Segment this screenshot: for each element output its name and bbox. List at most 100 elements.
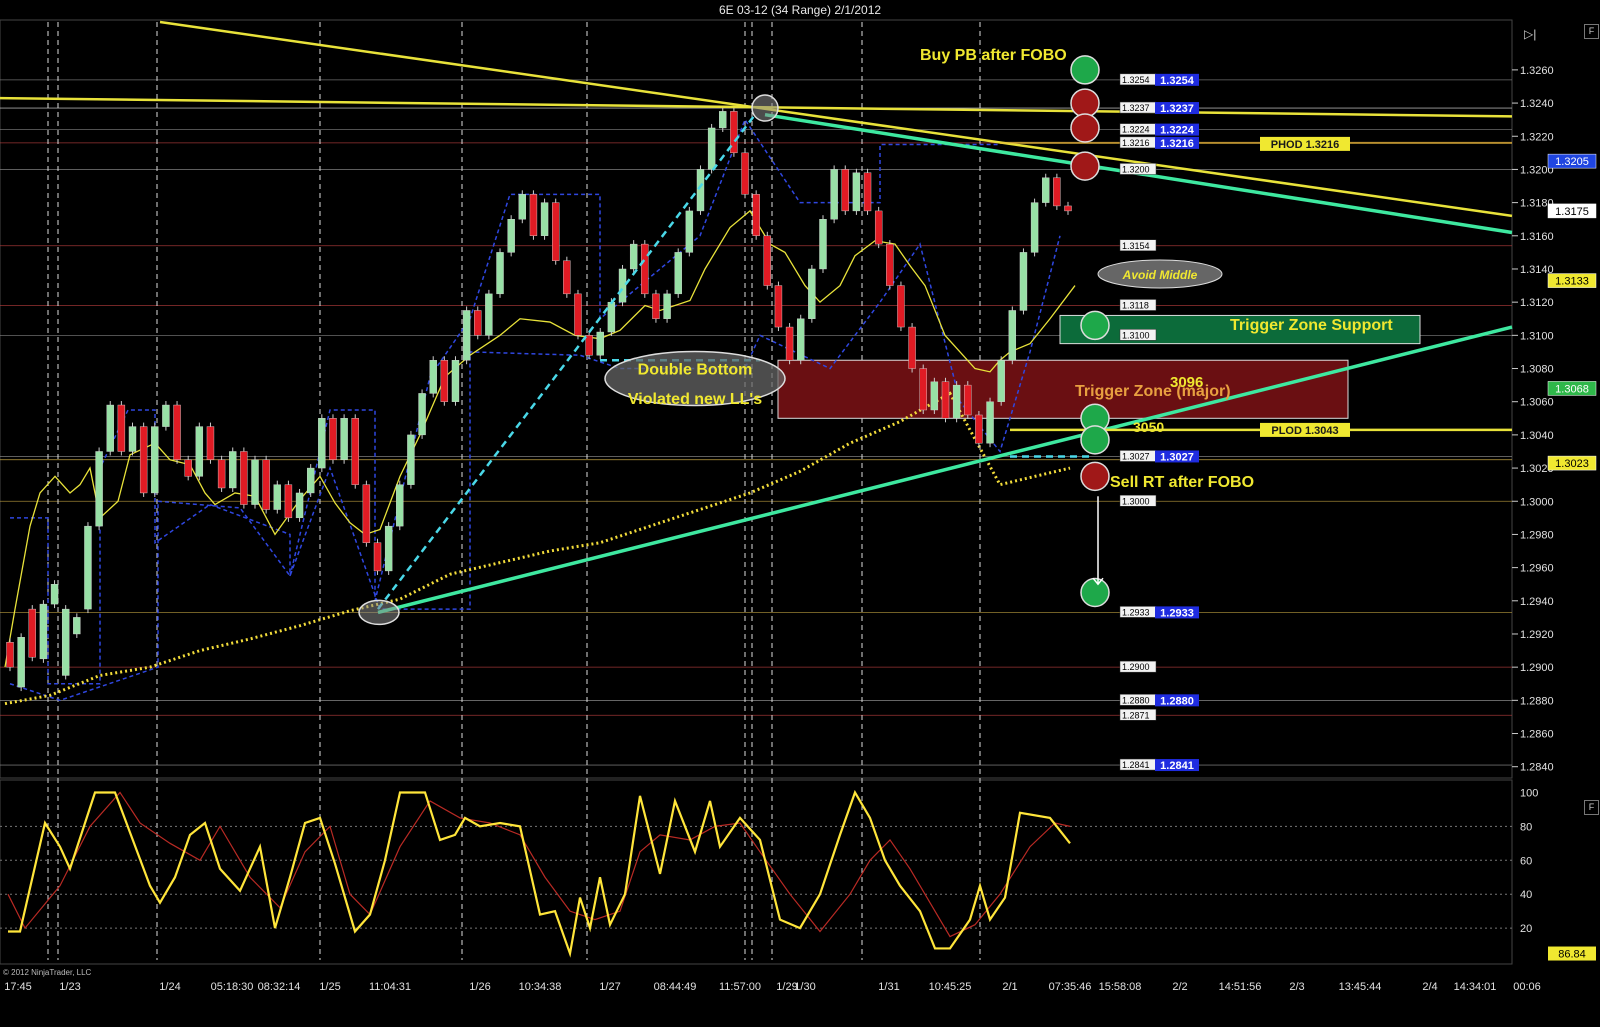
- x-axis-tick-label: 2/2: [1172, 981, 1187, 993]
- y-axis-tick-label: 1.3240: [1520, 98, 1554, 110]
- x-axis-tick-label: 1/23: [59, 981, 80, 993]
- candlestick: [462, 310, 471, 361]
- candlestick: [284, 484, 293, 519]
- axis-value-tag-label: 1.3133: [1555, 276, 1589, 288]
- axis-value-tag-label: 1.3023: [1555, 458, 1589, 470]
- price-chart[interactable]: 1.3254 1.32541.3237 1.32371.3224 1.32241.32…: [0, 0, 1600, 1027]
- candlestick: [852, 172, 861, 212]
- candlestick: [1008, 310, 1017, 361]
- stochastic-k-line: [8, 789, 1071, 958]
- osc-panel-float-button[interactable]: F: [1584, 800, 1599, 815]
- candlestick: [396, 484, 404, 527]
- y-axis-tick-label: 1.3100: [1520, 330, 1554, 342]
- oscillator-y-tick-label: 80: [1520, 821, 1532, 833]
- candlestick: [819, 219, 827, 270]
- y-axis-tick-label: 1.2900: [1520, 662, 1554, 674]
- candlestick: [306, 467, 315, 494]
- candlestick: [50, 584, 59, 605]
- candlestick: [61, 608, 70, 676]
- y-axis-tick-label: 1.2920: [1520, 629, 1554, 641]
- candlestick: [295, 492, 304, 519]
- oscillator-value-tag-label: 86.84: [1558, 949, 1586, 961]
- sell-signal-circle: [1070, 151, 1100, 181]
- level-price-tag-label: 1.3216: [1122, 138, 1150, 148]
- candlestick: [552, 202, 560, 261]
- candlestick: [106, 404, 114, 452]
- x-axis-tick-label: 1/24: [159, 981, 180, 993]
- y-axis-tick-label: 1.3080: [1520, 364, 1554, 376]
- sell-signal-circle: [1070, 88, 1100, 118]
- candlestick: [84, 525, 92, 610]
- x-axis-tick-label: 14:34:01: [1454, 981, 1497, 993]
- candlestick: [540, 202, 549, 236]
- candlestick: [1053, 177, 1061, 207]
- plod-tag-label: PLOD 1.3043: [1271, 425, 1338, 437]
- candlestick: [886, 243, 894, 286]
- scroll-end-icon[interactable]: ▷|: [1524, 27, 1540, 41]
- y-axis-tick-label: 1.3040: [1520, 430, 1554, 442]
- sell-signal-circle: [1080, 461, 1110, 492]
- level-blue-tag-label: 1.2841: [1160, 760, 1194, 772]
- candlestick: [28, 608, 36, 658]
- level-price-tag-label: 1.3200: [1122, 164, 1150, 174]
- level-price-tag-label: 1.2900: [1122, 662, 1150, 672]
- x-axis-tick-label: 15:58:08: [1099, 981, 1142, 993]
- candlestick: [329, 418, 337, 460]
- candlestick: [373, 542, 382, 572]
- y-axis-tick-label: 1.2880: [1520, 695, 1554, 707]
- x-axis-tick-label: 1/26: [469, 981, 490, 993]
- buy-signal-circle: [1070, 55, 1100, 85]
- sell-rt-annotation: Sell RT after FOBO: [1110, 474, 1254, 491]
- candlestick: [964, 384, 972, 416]
- candlestick: [1019, 252, 1028, 311]
- candlestick: [73, 617, 81, 635]
- level-blue-tag-label: 1.2880: [1160, 695, 1194, 707]
- level-price-tag-label: 1.2871: [1122, 710, 1150, 720]
- x-axis-tick-label: 10:34:38: [519, 981, 562, 993]
- x-axis-tick-label: 2/3: [1289, 981, 1304, 993]
- candlestick: [485, 293, 493, 336]
- candlestick: [941, 381, 950, 419]
- price-panel-float-button[interactable]: F: [1584, 24, 1599, 39]
- candlestick: [95, 451, 103, 527]
- candlestick: [763, 235, 772, 286]
- y-axis-tick-label: 1.3220: [1520, 131, 1554, 143]
- level-price-tag-label: 1.2933: [1122, 607, 1150, 617]
- slow-moving-average: [4, 391, 1071, 706]
- axis-value-tag-label: 1.3068: [1555, 383, 1589, 395]
- x-axis-tick-label: 08:44:49: [654, 981, 697, 993]
- y-axis-tick-label: 1.3260: [1520, 65, 1554, 77]
- candlestick: [808, 268, 816, 319]
- candlestick: [496, 252, 504, 295]
- x-axis-tick-label: 11:04:31: [369, 981, 411, 993]
- x-axis-tick-label: 13:45:44: [1339, 981, 1382, 993]
- candlestick: [251, 459, 259, 505]
- candlestick: [162, 404, 170, 427]
- candlestick: [17, 637, 25, 688]
- level-blue-tag-label: 1.3027: [1160, 451, 1194, 463]
- candlestick: [618, 268, 627, 303]
- candlestick: [741, 152, 749, 195]
- axis-value-tag-label: 1.3175: [1555, 206, 1589, 218]
- y-axis-tick-label: 1.2840: [1520, 762, 1554, 774]
- candlestick: [418, 393, 426, 436]
- candlestick: [195, 426, 204, 477]
- candlestick: [641, 243, 649, 295]
- level-price-tag-label: 1.2880: [1122, 695, 1150, 705]
- y-axis-tick-label: 1.3060: [1520, 397, 1554, 409]
- trigger-zone-support-label: Trigger Zone Support: [1230, 317, 1393, 334]
- y-axis-tick-label: 1.2960: [1520, 563, 1554, 575]
- phod-tag-label: PHOD 1.3216: [1271, 139, 1339, 151]
- level-price-tag-label: 1.3237: [1122, 103, 1150, 113]
- candlestick: [128, 426, 137, 452]
- candlestick: [719, 111, 727, 129]
- x-axis-tick-label: 08:32:14: [258, 981, 301, 993]
- candlestick: [774, 285, 783, 328]
- candlestick: [897, 285, 905, 328]
- candlestick: [707, 127, 716, 170]
- candlestick: [652, 293, 660, 319]
- x-axis-tick-label: 07:35:46: [1049, 981, 1092, 993]
- candlestick: [696, 169, 705, 212]
- candlestick: [184, 459, 192, 477]
- candlestick: [451, 360, 460, 402]
